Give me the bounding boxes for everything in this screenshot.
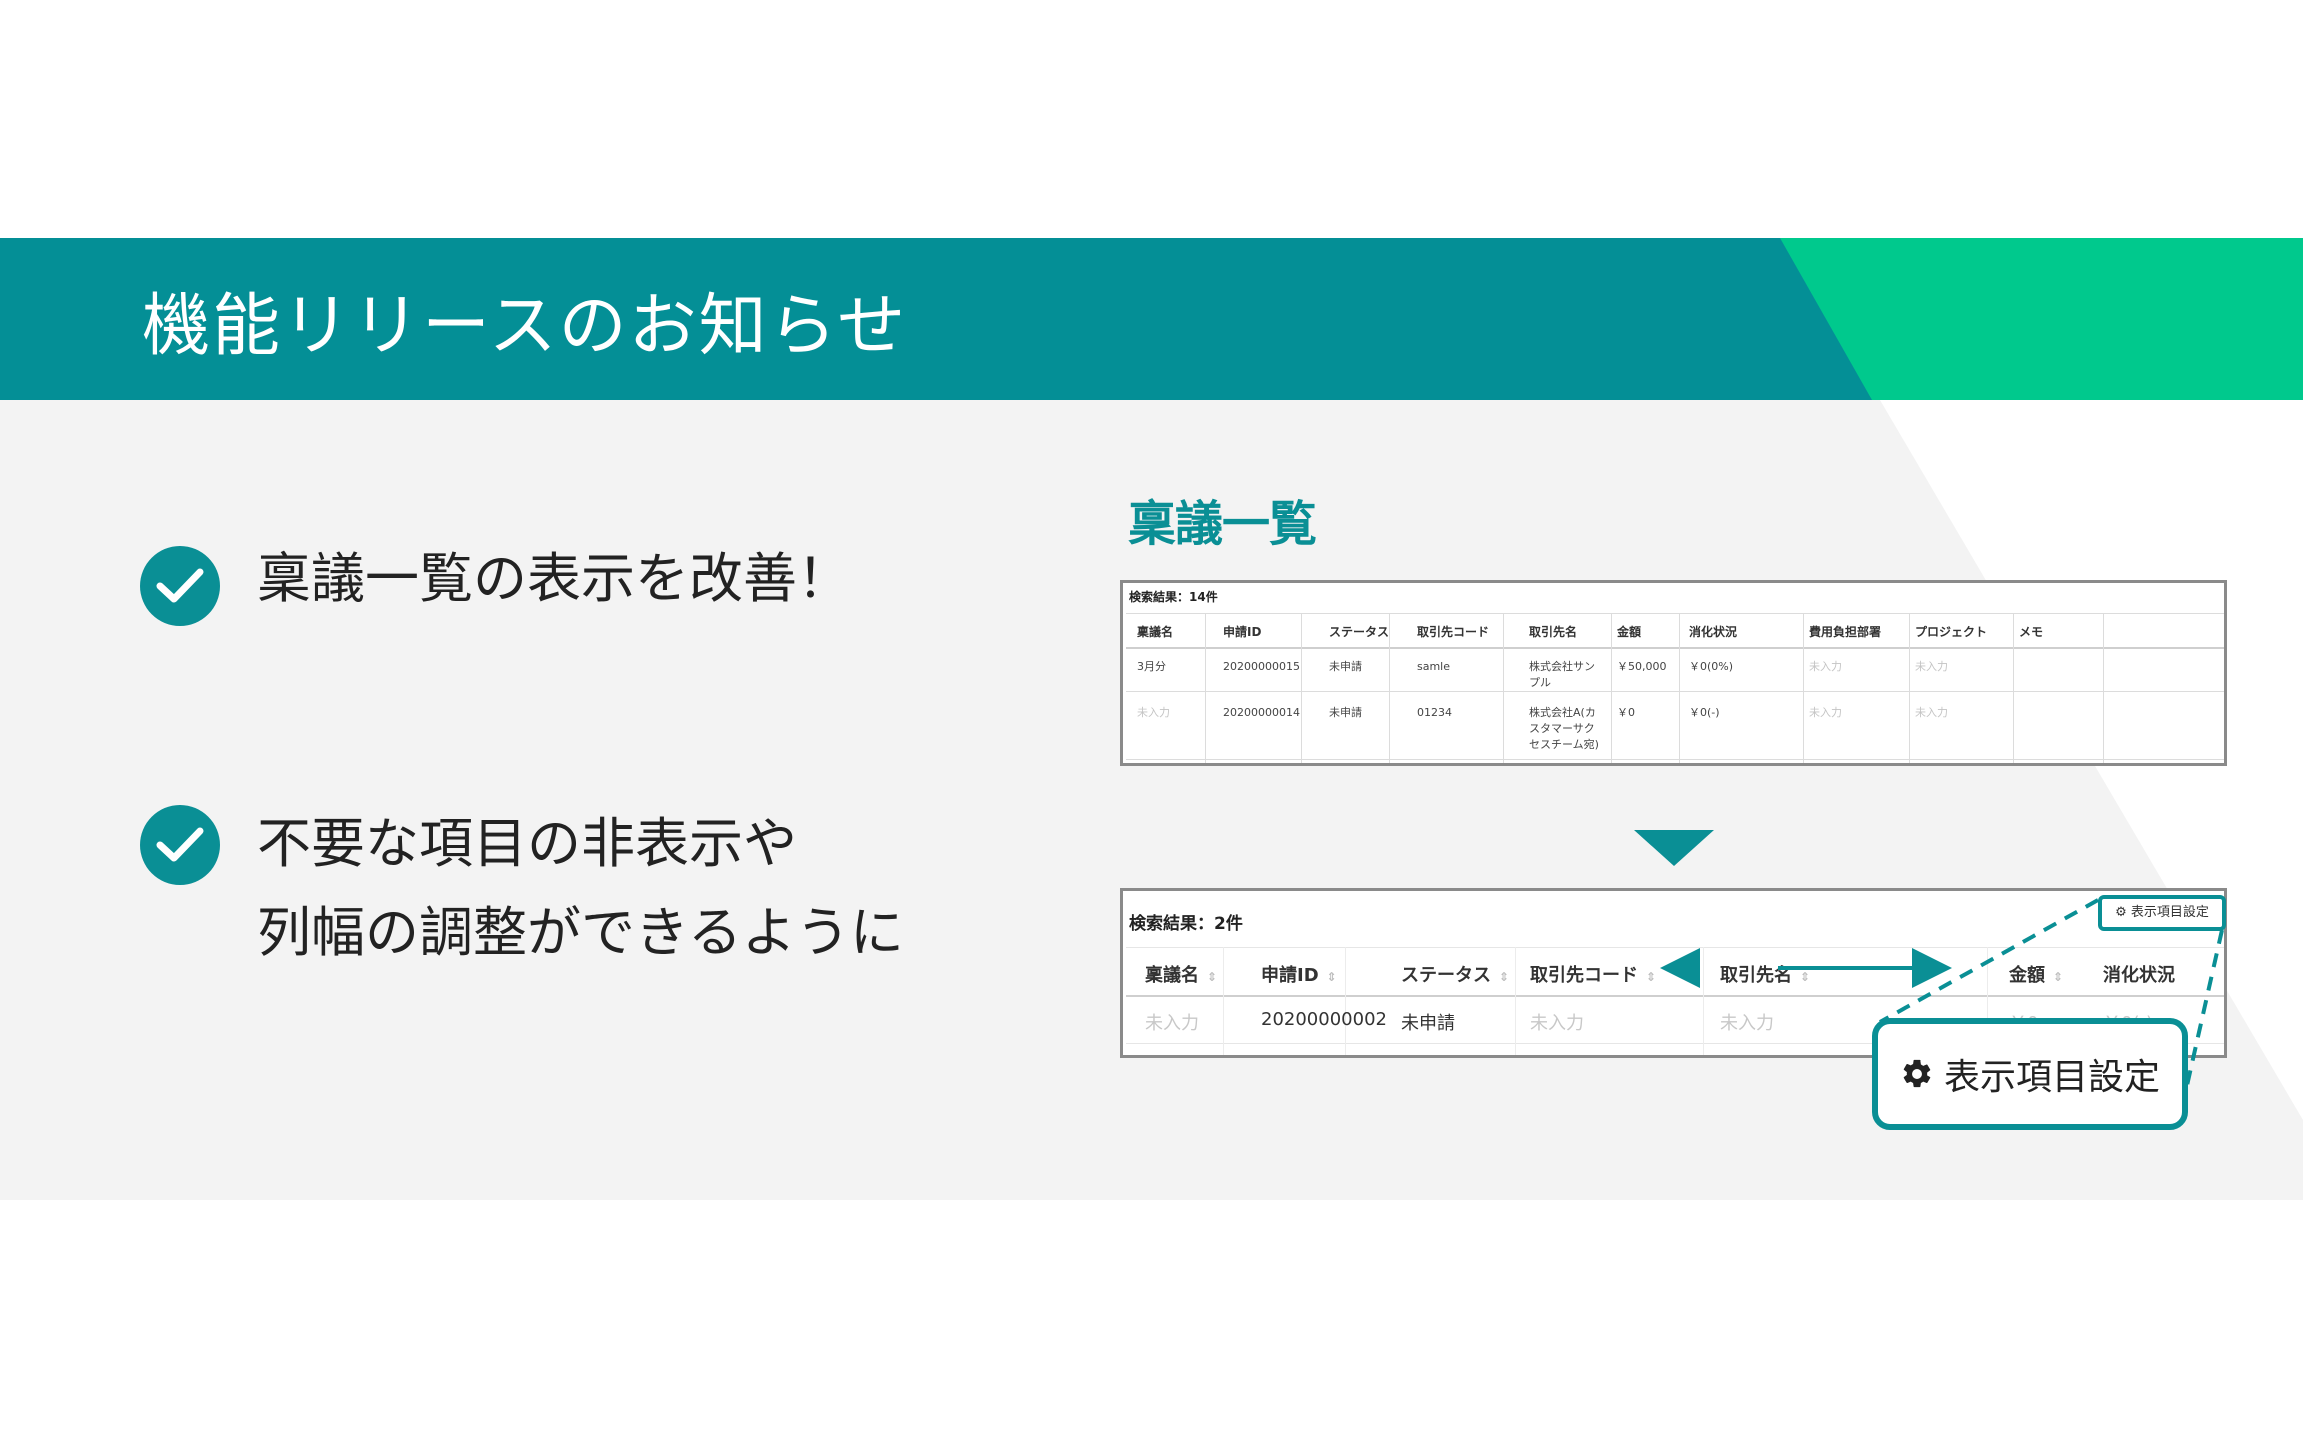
column-header[interactable]: 費用負担部署 <box>1809 623 1881 640</box>
column-header[interactable]: 消化状況 <box>2103 961 2175 987</box>
point-2-line-1: 不要な項目の非表示や <box>257 812 797 875</box>
column-header[interactable]: 稟議名 <box>1137 623 1173 640</box>
search-result-count: 検索結果：14件 <box>1129 590 1218 604</box>
table-cell: 未申請 <box>1329 706 1362 719</box>
column-header[interactable]: 取引先名 <box>1529 623 1577 640</box>
table-cell: 3月分 <box>1137 660 1166 673</box>
table-cell: 01234 <box>1417 706 1452 719</box>
check-circle-icon <box>140 805 220 885</box>
check-circle-icon <box>140 546 220 626</box>
sort-icon[interactable]: ⇕ <box>1800 970 1810 984</box>
table-cell: 株式会社A(カスタマーサクセスチーム宛) <box>1529 706 1599 751</box>
table-cell: 20200000002 <box>1261 1009 1387 1030</box>
display-settings-button[interactable]: ⚙ 表示項目設定 <box>2098 895 2226 931</box>
column-header[interactable]: メモ <box>2019 623 2043 640</box>
table-cell: 未入力 <box>1915 706 1948 719</box>
column-header[interactable]: ステータス <box>1329 623 1389 640</box>
search-result-count: 検索結果：2件 <box>1129 914 1243 934</box>
column-header[interactable]: 金額 <box>1617 623 1641 640</box>
column-header[interactable]: 取引先コード ⇕ <box>1530 961 1656 987</box>
table-cell: 未申請 <box>1329 660 1362 673</box>
column-header[interactable]: 消化状況 <box>1689 623 1737 640</box>
table-cell: 未入力 <box>1809 706 1842 719</box>
table-cell: 20200000015 <box>1223 660 1300 673</box>
sort-icon[interactable]: ⇕ <box>2053 970 2063 984</box>
column-header[interactable]: 申請ID ⇕ <box>1261 961 1337 987</box>
section-title: 稟議一覧 <box>1128 496 1317 552</box>
table-cell: samle <box>1417 660 1451 673</box>
point-1-line-1: 稟議一覧の表示を改善！ <box>257 547 851 610</box>
table-cell: ￥0 <box>1617 706 1635 719</box>
display-settings-callout: 表示項目設定 <box>1872 1018 2188 1130</box>
table-cell: ￥0(-) <box>1689 706 1720 719</box>
sort-icon[interactable]: ⇕ <box>1646 970 1656 984</box>
table-cell: 未入力 <box>1145 1013 1199 1034</box>
banner-title: 機能リリースのお知らせ <box>142 287 908 366</box>
table-cell: 未申請 <box>1401 1013 1455 1034</box>
sort-icon[interactable]: ⇕ <box>1499 970 1509 984</box>
gear-icon: ⚙ <box>2115 905 2127 920</box>
point-2-line-2: 列幅の調整ができるように <box>257 901 904 964</box>
column-header[interactable]: 申請ID <box>1223 623 1261 640</box>
table-cell: 未入力 <box>1137 706 1170 719</box>
column-header[interactable]: 取引先名 ⇕ <box>1720 961 1810 987</box>
table-cell: 未入力 <box>1530 1013 1584 1034</box>
table-cell: 未入力 <box>1720 1013 1774 1034</box>
triangle-down-icon <box>1634 830 1714 866</box>
before-table: 検索結果：14件 稟議名 申請ID ステータス 取引先コード 取引先名 金額 消… <box>1120 580 2227 766</box>
column-header[interactable]: ステータス ⇕ <box>1401 961 1509 987</box>
column-header[interactable]: 金額 ⇕ <box>2009 961 2063 987</box>
table-cell: 20200000014 <box>1223 706 1300 719</box>
table-cell: ￥0(0%) <box>1689 660 1734 673</box>
column-header[interactable]: 取引先コード <box>1417 623 1489 640</box>
table-cell: 未入力 <box>1809 660 1842 673</box>
table-cell: 未入力 <box>1915 660 1948 673</box>
sort-icon[interactable]: ⇕ <box>1207 970 1217 984</box>
table-cell: 株式会社サンプル <box>1529 660 1595 689</box>
sort-icon[interactable]: ⇕ <box>1327 970 1337 984</box>
gear-icon <box>1903 1059 1931 1088</box>
callout-label: 表示項目設定 <box>1943 1057 2160 1098</box>
column-header[interactable]: プロジェクト <box>1915 623 1987 640</box>
column-header[interactable]: 稟議名 ⇕ <box>1145 961 1217 987</box>
table-cell: ￥50,000 <box>1617 660 1667 673</box>
